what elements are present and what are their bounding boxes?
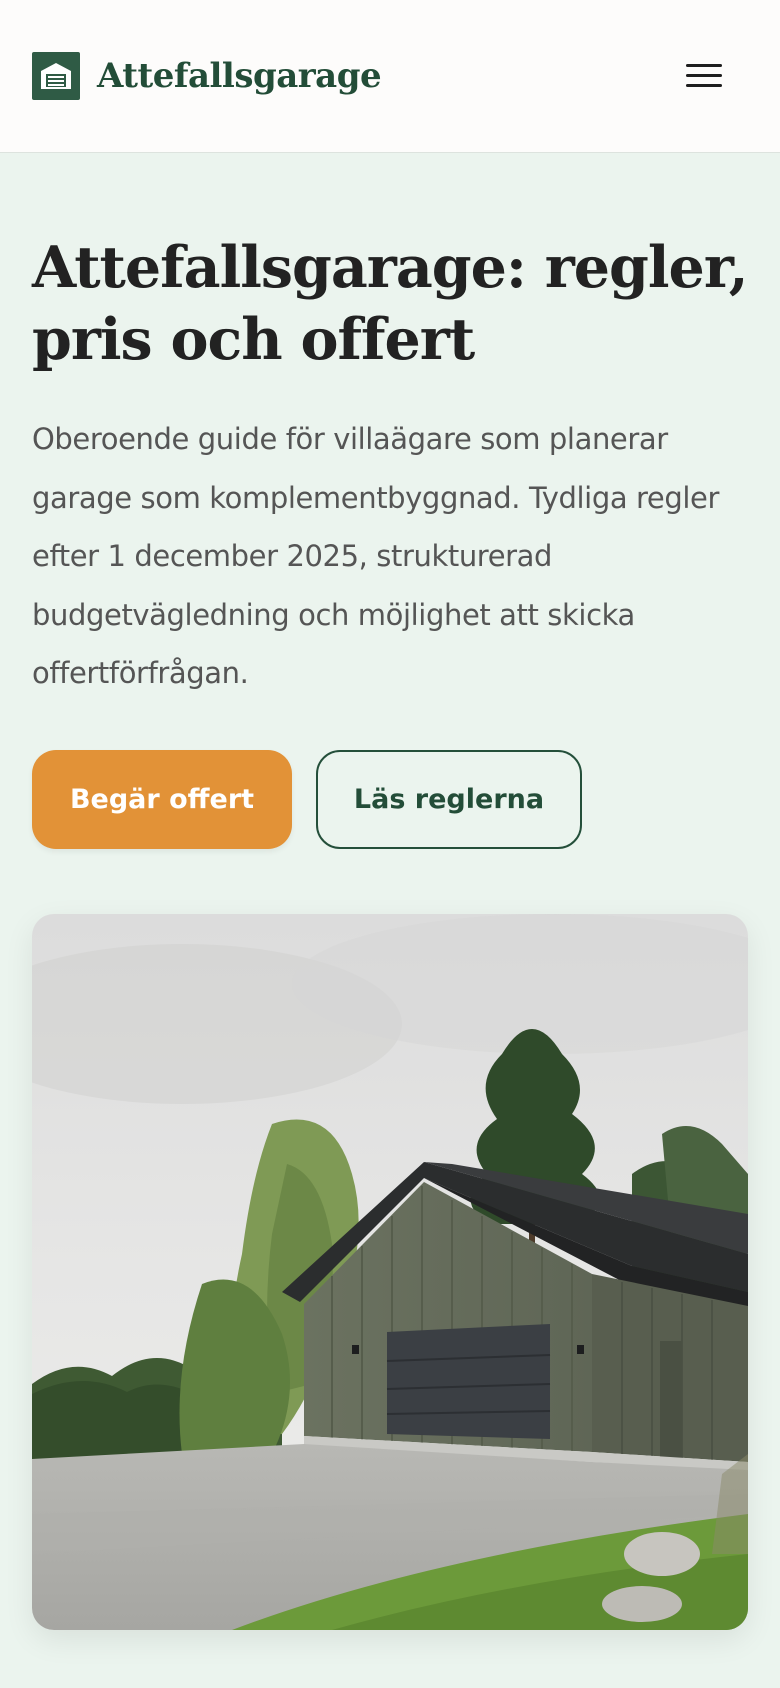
read-rules-button[interactable]: Läs reglerna — [316, 750, 582, 849]
garage-photo — [32, 914, 748, 1630]
brand-link[interactable]: Attefallsgarage — [32, 51, 382, 100]
hero-lead-text: Oberoende guide för villaägare som plane… — [32, 422, 719, 690]
hamburger-menu-icon[interactable] — [682, 56, 726, 96]
page-title: Attefallsgarage: regler, pris och offert — [32, 234, 749, 373]
site-header: Attefallsgarage — [0, 0, 780, 153]
request-quote-button[interactable]: Begär offert — [32, 750, 292, 849]
brand-name: Attefallsgarage — [97, 55, 382, 96]
garage-icon — [32, 51, 80, 100]
